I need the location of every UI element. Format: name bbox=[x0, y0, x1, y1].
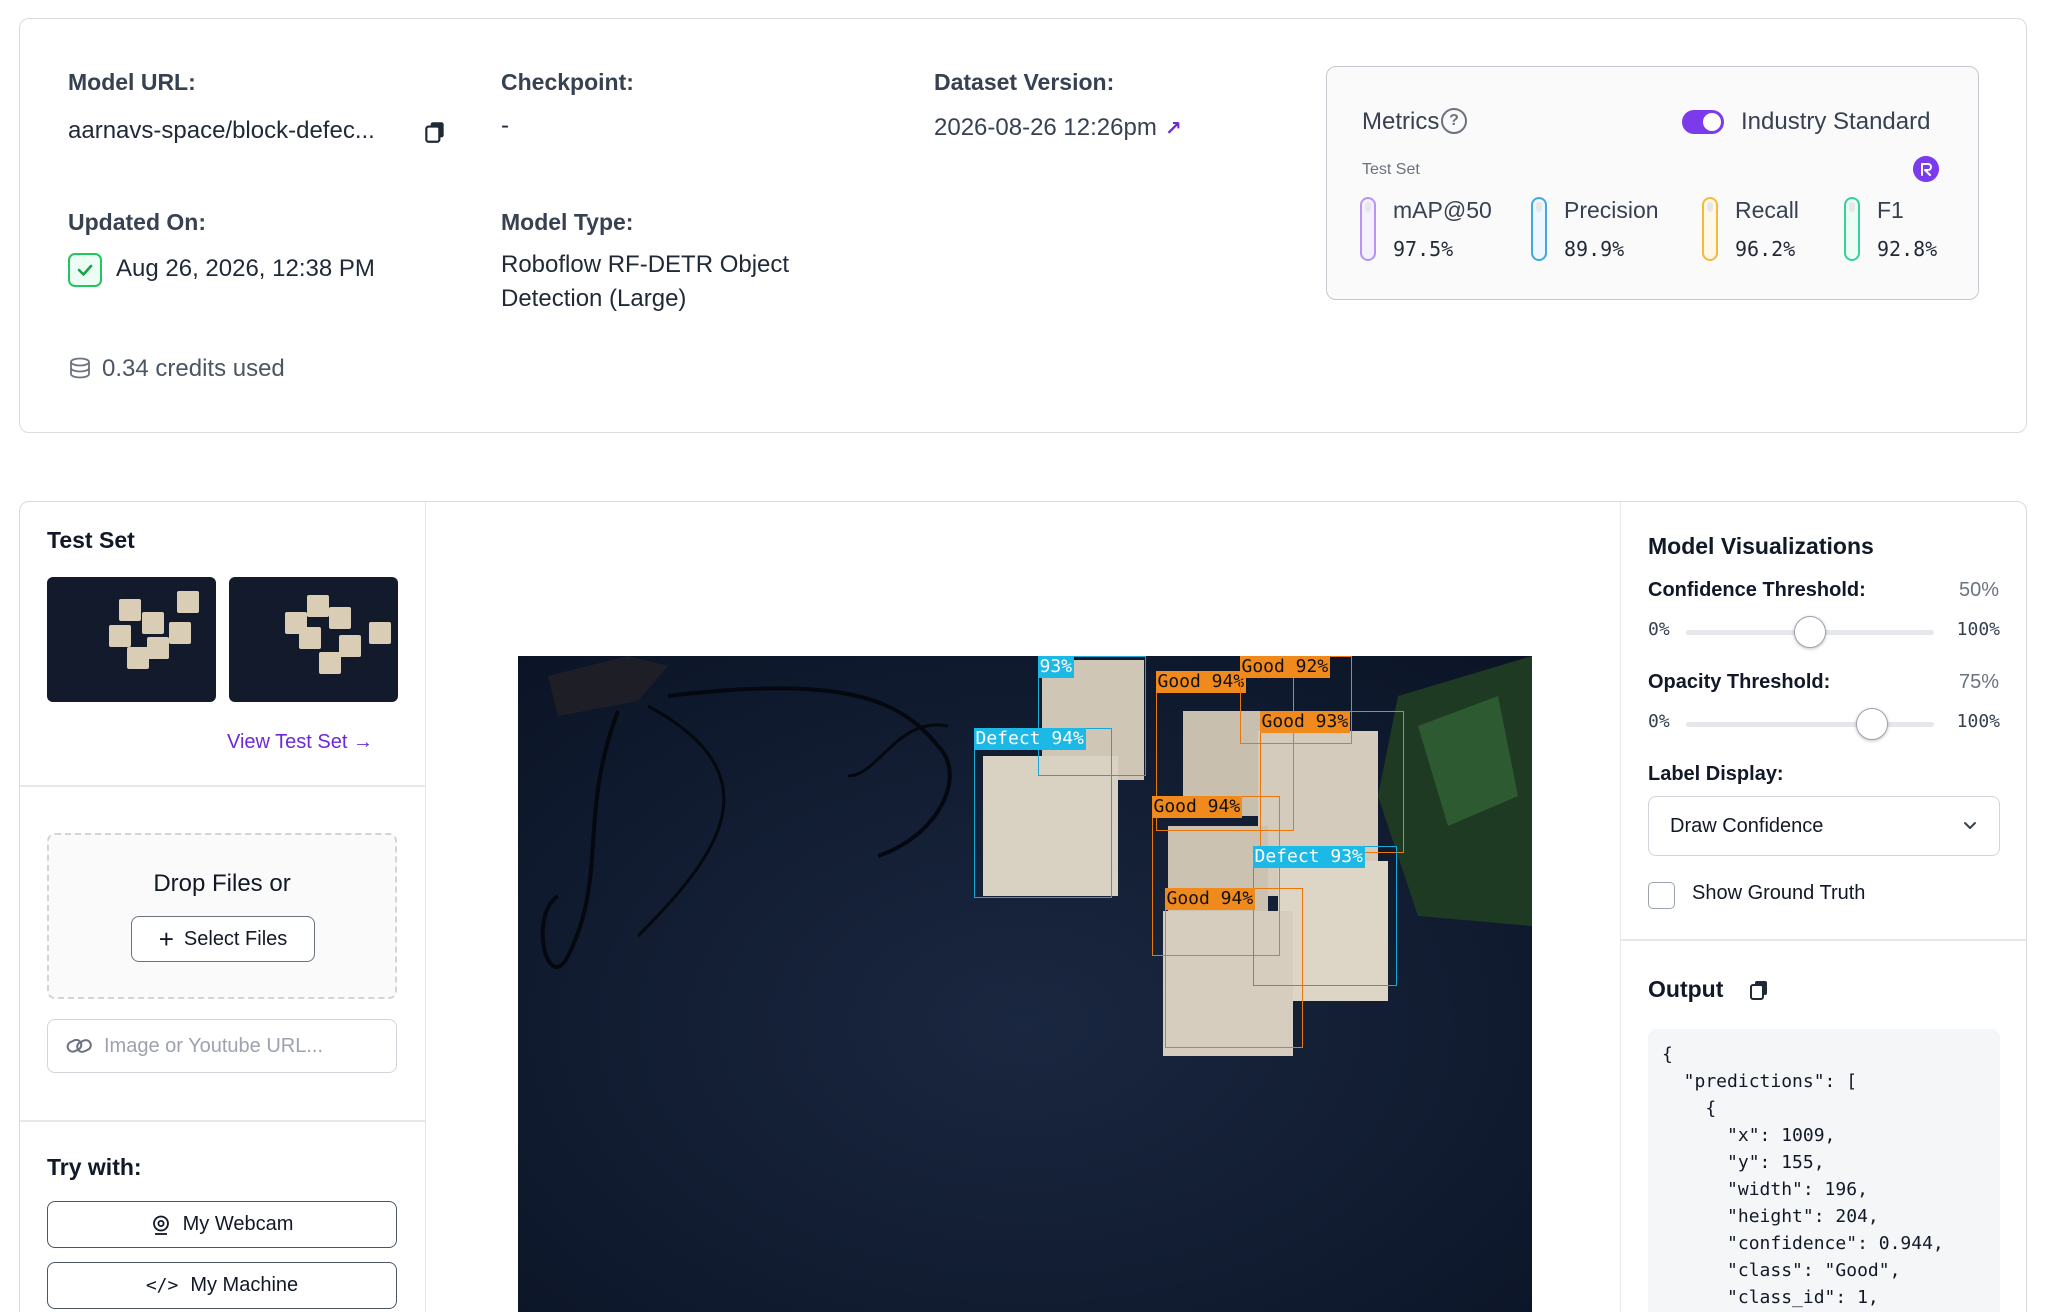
dataset-version-value: 2026-08-26 12:26pm bbox=[934, 114, 1157, 141]
checkpoint-value: - bbox=[501, 112, 509, 139]
metric-name: Recall bbox=[1735, 197, 1799, 223]
dataset-version-link[interactable]: 2026-08-26 12:26pm ↗ bbox=[934, 114, 1182, 142]
slider-knob[interactable] bbox=[1856, 708, 1888, 740]
my-machine-button[interactable]: </> My Machine bbox=[47, 1262, 397, 1309]
industry-standard-toggle[interactable] bbox=[1682, 110, 1724, 134]
output-code: { "predictions": [ { "x": 1009, "y": 155… bbox=[1662, 1044, 1944, 1308]
confidence-threshold-slider[interactable]: 0% 100% bbox=[1648, 613, 2000, 649]
copy-icon[interactable] bbox=[422, 119, 448, 145]
detection-box: Defect 94% bbox=[973, 728, 1112, 898]
webcam-label: My Webcam bbox=[182, 1213, 294, 1235]
detection-label: 93% bbox=[1037, 656, 1075, 678]
detection-label: Good 94% bbox=[1155, 671, 1247, 693]
image-url-field[interactable] bbox=[47, 1019, 397, 1073]
metrics-subset-label: Test Set bbox=[1362, 161, 1420, 178]
slider-max: 100% bbox=[1956, 711, 2000, 732]
updated-on-label: Updated On: bbox=[68, 209, 206, 235]
visualization-sidebar: Model Visualizations Confidence Threshol… bbox=[1620, 502, 2026, 1312]
slider-min: 0% bbox=[1648, 619, 1670, 640]
detection-box: Good 94% bbox=[1164, 888, 1303, 1048]
label-display-label: Label Display: bbox=[1648, 763, 1784, 785]
metric-name: F1 bbox=[1877, 197, 1904, 223]
select-files-button[interactable]: + Select Files bbox=[131, 916, 315, 962]
metric-name: Precision bbox=[1564, 197, 1659, 223]
metric-value: 97.5% bbox=[1393, 237, 1454, 261]
webcam-icon bbox=[152, 1215, 169, 1235]
detection-label: Good 94% bbox=[1164, 888, 1256, 910]
metrics-panel: Metrics ? Industry Standard Test Set mAP… bbox=[1326, 66, 1979, 300]
model-url-label: Model URL: bbox=[68, 69, 196, 95]
metric-f1-pill bbox=[1844, 197, 1860, 261]
confidence-threshold-label: Confidence Threshold: bbox=[1648, 579, 1866, 601]
view-test-set-link[interactable]: View Test Set → bbox=[227, 731, 373, 754]
model-type-line2: Detection (Large) bbox=[501, 285, 687, 312]
label-display-select[interactable]: Draw Confidence bbox=[1648, 796, 2000, 856]
detection-label: Good 94% bbox=[1151, 796, 1243, 818]
opacity-threshold-label: Opacity Threshold: bbox=[1648, 671, 1831, 693]
drop-files-text: Drop Files or bbox=[153, 870, 291, 897]
opacity-threshold-slider[interactable]: 0% 100% bbox=[1648, 705, 2000, 741]
label-display-value: Draw Confidence bbox=[1670, 814, 1824, 837]
plus-icon: + bbox=[158, 924, 174, 954]
arrow-up-right-icon: ↗ bbox=[1164, 117, 1182, 140]
help-icon[interactable]: ? bbox=[1441, 108, 1467, 134]
model-visualizations-title: Model Visualizations bbox=[1648, 533, 1874, 559]
slider-min: 0% bbox=[1648, 711, 1670, 732]
metric-value: 96.2% bbox=[1735, 237, 1796, 261]
updated-on-value: Aug 26, 2026, 12:38 PM bbox=[116, 255, 375, 282]
model-type-line1: Roboflow RF-DETR Object bbox=[501, 251, 790, 278]
try-with-title: Try with: bbox=[47, 1154, 142, 1180]
copy-icon[interactable] bbox=[1747, 978, 1771, 1002]
metric-value: 89.9% bbox=[1564, 237, 1625, 261]
test-set-title: Test Set bbox=[47, 527, 135, 553]
model-info-card: Model URL: aarnavs-space/block-defec... … bbox=[19, 18, 2027, 433]
test-image-thumbnail[interactable] bbox=[229, 577, 398, 702]
metric-name: mAP@50 bbox=[1393, 197, 1492, 223]
detection-label: Defect 94% bbox=[973, 728, 1086, 750]
check-icon bbox=[68, 253, 102, 287]
my-machine-label: My Machine bbox=[190, 1274, 299, 1296]
webcam-button[interactable]: My Webcam bbox=[47, 1201, 397, 1248]
select-files-label: Select Files bbox=[183, 927, 288, 950]
dataset-version-label: Dataset Version: bbox=[934, 69, 1115, 95]
checkpoint-label: Checkpoint: bbox=[501, 69, 634, 95]
metric-map50-pill bbox=[1360, 197, 1376, 261]
slider-track[interactable] bbox=[1686, 722, 1934, 727]
code-icon: </> bbox=[145, 1275, 179, 1296]
show-ground-truth-label: Show Ground Truth bbox=[1692, 882, 1866, 904]
roboflow-icon bbox=[1913, 156, 1939, 182]
output-json: { "predictions": [ { "x": 1009, "y": 155… bbox=[1648, 1029, 2000, 1312]
metric-recall-pill bbox=[1702, 197, 1718, 261]
model-type-label: Model Type: bbox=[501, 209, 634, 235]
image-url-input[interactable] bbox=[104, 1034, 364, 1058]
credits-icon bbox=[70, 357, 90, 379]
inference-image: 93% Good 94% Good 92% Defect 94% Good 93… bbox=[518, 656, 1532, 1312]
slider-knob[interactable] bbox=[1794, 616, 1826, 648]
output-title: Output bbox=[1648, 976, 1724, 1002]
divider bbox=[20, 785, 426, 787]
slider-max: 100% bbox=[1956, 619, 2000, 640]
divider bbox=[1621, 939, 2026, 941]
chevron-down-icon bbox=[1964, 822, 1976, 829]
metric-precision-pill bbox=[1531, 197, 1547, 261]
metric-value: 92.8% bbox=[1877, 237, 1938, 261]
test-image-thumbnail[interactable] bbox=[47, 577, 216, 702]
show-ground-truth-checkbox[interactable] bbox=[1648, 882, 1675, 909]
detection-label: Defect 93% bbox=[1252, 846, 1365, 868]
detection-label: Good 93% bbox=[1259, 711, 1351, 733]
link-icon bbox=[66, 1038, 92, 1053]
input-sidebar: Test Set View Test Set → Drop Files or + bbox=[20, 502, 426, 1312]
detection-box: Good 93% bbox=[1259, 711, 1404, 853]
divider bbox=[20, 1120, 426, 1122]
credits-used: 0.34 credits used bbox=[102, 355, 285, 382]
file-dropzone[interactable]: Drop Files or + Select Files bbox=[47, 833, 397, 999]
model-url-value: aarnavs-space/block-defec... bbox=[68, 117, 375, 144]
confidence-threshold-value: 50% bbox=[1958, 579, 1999, 601]
opacity-threshold-value: 75% bbox=[1958, 671, 1999, 693]
industry-standard-label: Industry Standard bbox=[1741, 108, 1931, 135]
metrics-title: Metrics bbox=[1362, 108, 1440, 135]
detection-label: Good 92% bbox=[1239, 656, 1331, 678]
inference-panel: Test Set View Test Set → Drop Files or + bbox=[19, 501, 2027, 1312]
